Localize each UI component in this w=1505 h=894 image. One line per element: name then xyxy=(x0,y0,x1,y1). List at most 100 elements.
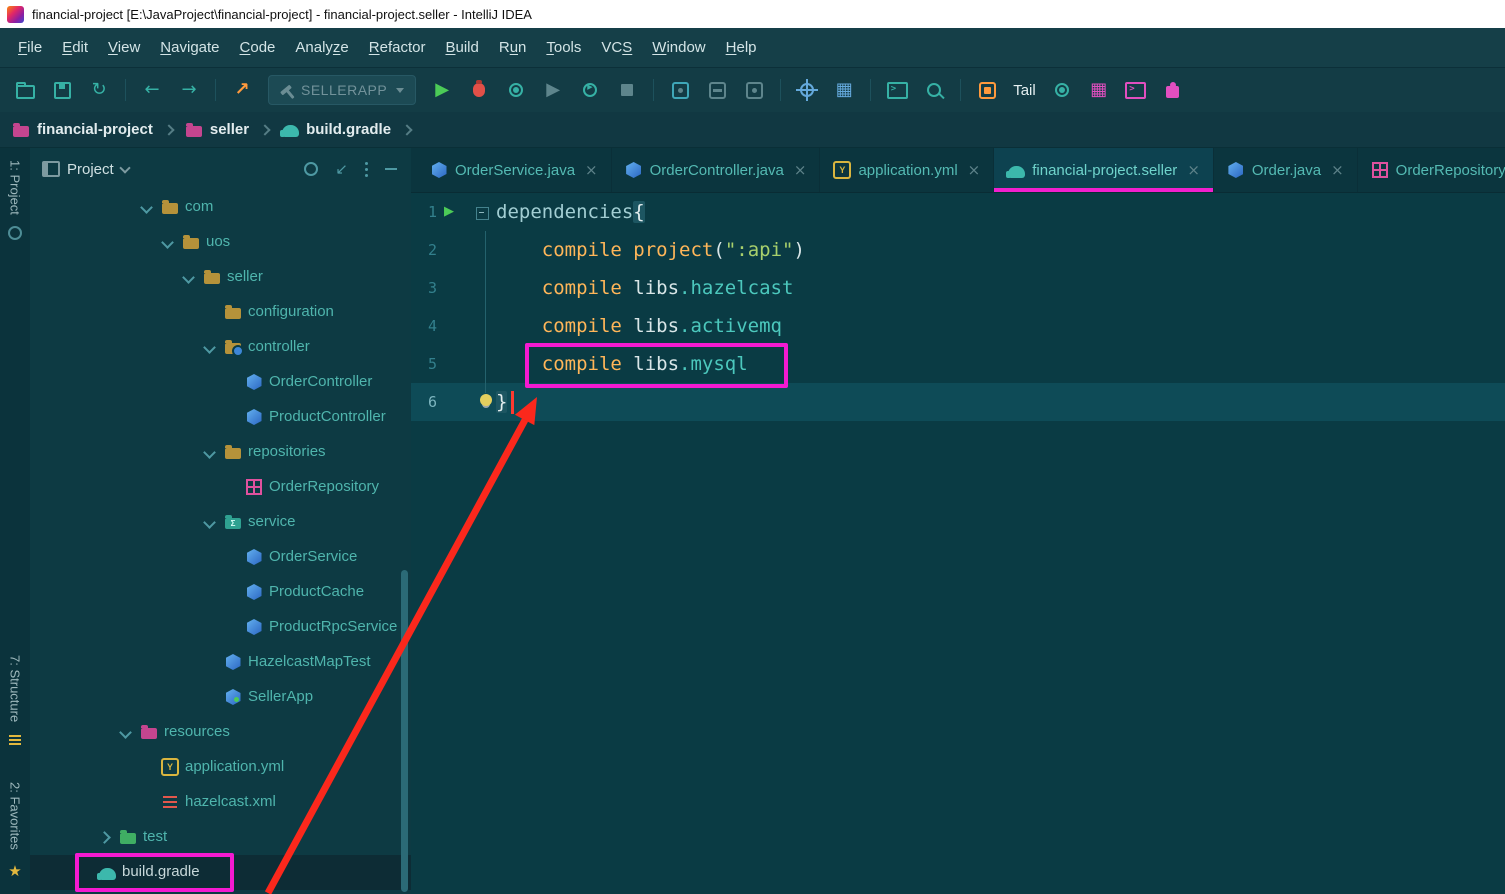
menu-item-analyze[interactable]: Analyze xyxy=(285,34,358,61)
tree-item-hazelcast-xml[interactable]: hazelcast.xml xyxy=(30,785,411,820)
hide-panel-icon[interactable] xyxy=(385,168,397,170)
tree-item-sellerapp[interactable]: SellerApp xyxy=(30,680,411,715)
sync-icon[interactable] xyxy=(88,79,110,101)
tree-item-application-yml[interactable]: application.yml xyxy=(30,750,411,785)
menu-item-window[interactable]: Window xyxy=(642,34,715,61)
tree-item-service[interactable]: service xyxy=(30,505,411,540)
locate-file-icon[interactable] xyxy=(304,162,318,176)
grid-view-icon[interactable] xyxy=(833,79,855,101)
tab-orderservice-java[interactable]: OrderService.java xyxy=(417,148,612,192)
close-icon[interactable] xyxy=(1187,161,1200,179)
menu-item-refactor[interactable]: Refactor xyxy=(359,34,436,61)
close-icon[interactable] xyxy=(585,161,598,179)
collapse-all-icon[interactable] xyxy=(335,162,348,177)
tool-button-favorites[interactable]: 2: Favorites xyxy=(8,782,23,850)
tool-strip-circle-icon[interactable] xyxy=(8,226,22,240)
project-panel-title[interactable]: Project xyxy=(67,161,114,178)
breadcrumb-item-project[interactable]: financial-project xyxy=(12,121,153,139)
tree-chevron-icon[interactable] xyxy=(140,201,153,214)
tab-ordercontroller-java[interactable]: OrderController.java xyxy=(612,148,821,192)
thread-dump-icon[interactable] xyxy=(706,79,728,101)
code-line-1[interactable]: 1dependencies{ xyxy=(411,193,1505,231)
code-line-5[interactable]: 5 compile libs.mysql xyxy=(411,345,1505,383)
structure-icon[interactable] xyxy=(9,735,21,745)
code-line-4[interactable]: 4 compile libs.activemq xyxy=(411,307,1505,345)
menu-item-view[interactable]: View xyxy=(98,34,150,61)
fold-icon[interactable] xyxy=(476,207,489,220)
tree-item-productrpcservice[interactable]: ProductRpcService xyxy=(30,610,411,645)
gc-icon[interactable] xyxy=(743,79,765,101)
record-icon[interactable] xyxy=(1051,79,1073,101)
plugin-puzzle-icon[interactable] xyxy=(1162,79,1184,101)
terminal-icon[interactable] xyxy=(886,79,908,101)
tree-item-com[interactable]: com xyxy=(30,190,411,225)
close-icon[interactable] xyxy=(794,161,807,179)
plugin-terminal-icon[interactable] xyxy=(1125,79,1147,101)
tree-chevron-icon[interactable] xyxy=(98,831,111,844)
tree-chevron-icon[interactable] xyxy=(203,516,216,529)
tab-orderrepository[interactable]: OrderRepository. xyxy=(1358,148,1505,192)
tree-item-productcache[interactable]: ProductCache xyxy=(30,575,411,610)
tree-item-configuration[interactable]: configuration xyxy=(30,295,411,330)
tab-financial-project-seller[interactable]: financial-project.seller xyxy=(994,148,1214,192)
menu-item-build[interactable]: Build xyxy=(435,34,488,61)
code-line-6[interactable]: 6} xyxy=(411,383,1505,421)
search-icon[interactable] xyxy=(923,79,945,101)
profiler-icon[interactable] xyxy=(579,79,601,101)
close-icon[interactable] xyxy=(968,161,981,179)
tail-label[interactable]: Tail xyxy=(1013,82,1036,99)
tab-application-yml[interactable]: application.yml xyxy=(820,148,994,192)
code-line-2[interactable]: 2 compile project(":api") xyxy=(411,231,1505,269)
code-line-3[interactable]: 3 compile libs.hazelcast xyxy=(411,269,1505,307)
tree-item-orderrepository[interactable]: OrderRepository xyxy=(30,470,411,505)
bug-report-icon[interactable] xyxy=(976,79,998,101)
chevron-down-icon[interactable] xyxy=(119,162,130,173)
attach-debugger-icon[interactable] xyxy=(669,79,691,101)
tree-chevron-icon[interactable] xyxy=(161,236,174,249)
tool-button-project[interactable]: 1: Project xyxy=(8,160,23,215)
tree-item-seller[interactable]: seller xyxy=(30,260,411,295)
code-area[interactable]: 1dependencies{2 compile project(":api")3… xyxy=(411,193,1505,894)
tree-item-resources[interactable]: resources xyxy=(30,715,411,750)
menu-item-code[interactable]: Code xyxy=(230,34,286,61)
tool-button-structure[interactable]: 7: Structure xyxy=(8,655,23,722)
tree-item-repositories[interactable]: repositories xyxy=(30,435,411,470)
tree-item-test[interactable]: test xyxy=(30,820,411,855)
menu-item-edit[interactable]: Edit xyxy=(52,34,98,61)
tab-order-java[interactable]: Order.java xyxy=(1214,148,1358,192)
plugin-grid-icon[interactable] xyxy=(1088,79,1110,101)
tree-item-ordercontroller[interactable]: OrderController xyxy=(30,365,411,400)
run-anything-icon[interactable] xyxy=(231,79,253,101)
tree-item-hazelcastmaptest[interactable]: HazelcastMapTest xyxy=(30,645,411,680)
coverage-icon[interactable] xyxy=(505,79,527,101)
run-button-icon[interactable] xyxy=(431,79,453,101)
run-config-select[interactable]: SELLERAPP xyxy=(268,75,416,105)
tree-chevron-icon[interactable] xyxy=(203,446,216,459)
tree-item-uos[interactable]: uos xyxy=(30,225,411,260)
menu-item-file[interactable]: File xyxy=(8,34,52,61)
tree-item-build-gradle[interactable]: build.gradle xyxy=(30,855,411,890)
close-icon[interactable] xyxy=(1331,161,1344,179)
menu-item-vcs[interactable]: VCS xyxy=(591,34,642,61)
tree-item-orderservice[interactable]: OrderService xyxy=(30,540,411,575)
tree-item-productcontroller[interactable]: ProductController xyxy=(30,400,411,435)
menu-item-tools[interactable]: Tools xyxy=(536,34,591,61)
forward-icon[interactable] xyxy=(178,79,200,101)
tree-chevron-icon[interactable] xyxy=(182,271,195,284)
tree-chevron-icon[interactable] xyxy=(119,726,132,739)
menu-item-help[interactable]: Help xyxy=(716,34,767,61)
more-options-icon[interactable] xyxy=(365,168,368,171)
save-all-icon[interactable] xyxy=(51,79,73,101)
tree-chevron-icon[interactable] xyxy=(203,341,216,354)
settings-gear-icon[interactable] xyxy=(796,79,818,101)
tree-item-controller[interactable]: controller xyxy=(30,330,411,365)
breadcrumb-item-file[interactable]: build.gradle xyxy=(281,121,391,139)
intention-bulb-icon[interactable] xyxy=(480,394,492,406)
debug-button-icon[interactable] xyxy=(468,79,490,101)
run-with-coverage-icon[interactable] xyxy=(542,79,564,101)
favorites-star-icon[interactable] xyxy=(8,864,21,879)
menu-item-run[interactable]: Run xyxy=(489,34,537,61)
breadcrumb-item-module[interactable]: seller xyxy=(185,121,249,139)
run-gutter-icon[interactable] xyxy=(444,193,454,231)
menu-item-navigate[interactable]: Navigate xyxy=(150,34,229,61)
